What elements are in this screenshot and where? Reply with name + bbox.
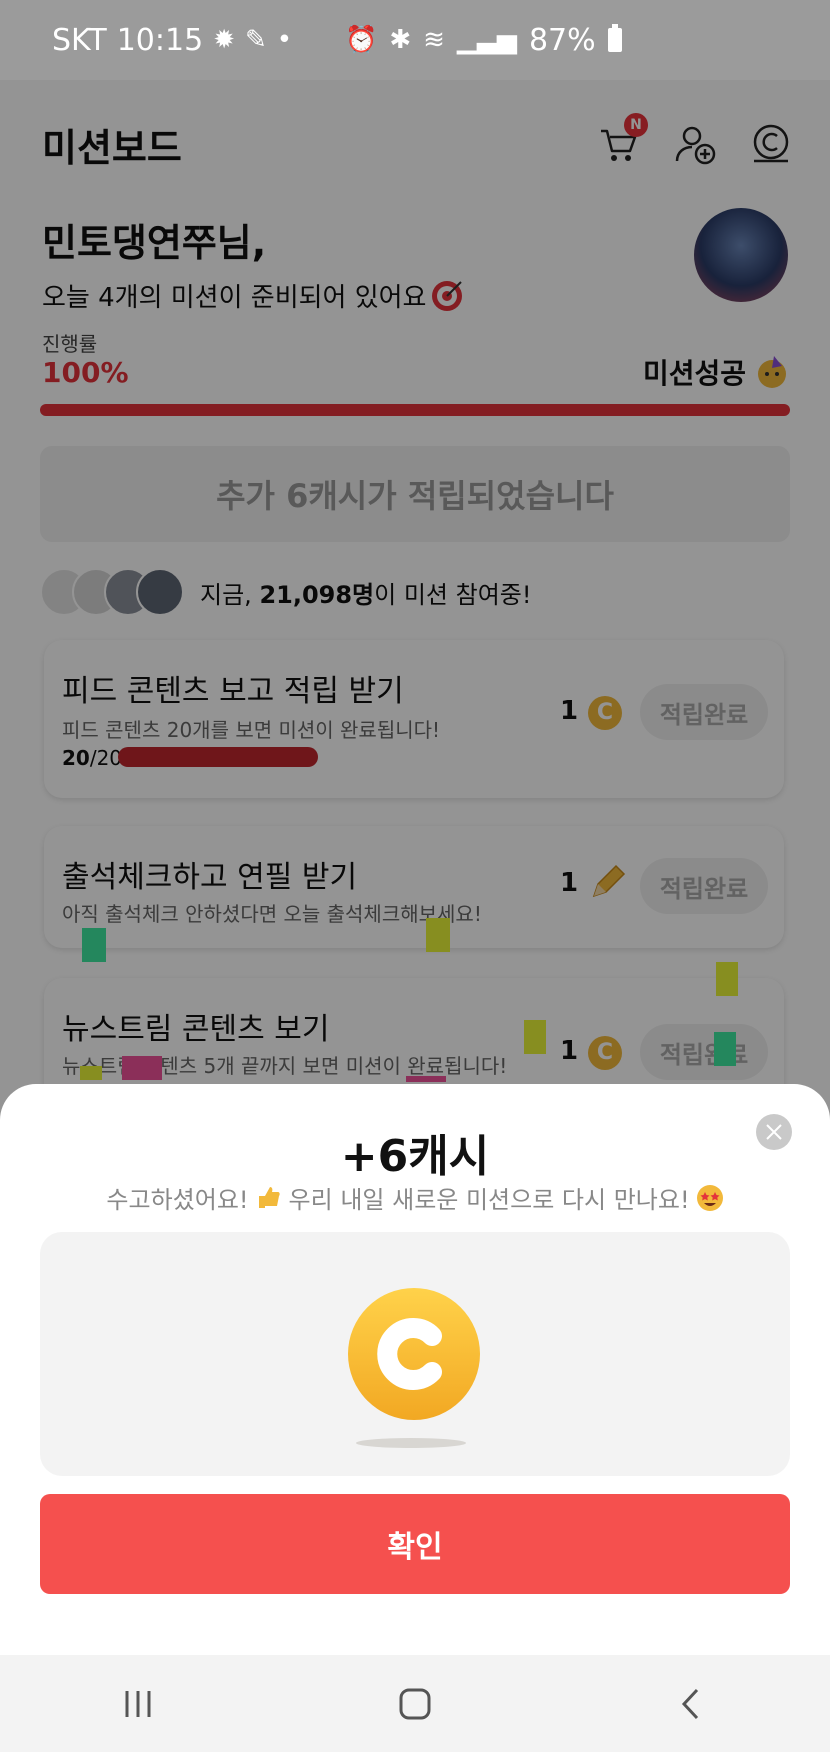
- thumbs-up-icon: [258, 1186, 280, 1208]
- coin-icon: [348, 1288, 480, 1420]
- recent-apps-icon: [125, 1690, 151, 1717]
- star-eyes-face-icon: [696, 1184, 723, 1211]
- bluetooth-icon: ✱: [389, 25, 412, 55]
- settings-gear-icon: ✹: [213, 25, 235, 55]
- status-bar: SKT 10:15 ✹ ✎ • ⏰ ✱ ≋ ▁▃▅ 87%: [0, 0, 830, 80]
- reward-amount: +6캐시: [340, 1131, 490, 1182]
- notification-icon: ✎: [244, 25, 267, 55]
- reward-message-part1: 수고하셨어요!: [106, 1186, 249, 1214]
- wifi-icon: ≋: [423, 25, 445, 55]
- signal-icon: ▁▃▅: [456, 25, 517, 55]
- carrier: SKT: [52, 22, 107, 58]
- back-button[interactable]: [662, 1674, 722, 1734]
- back-icon: [681, 1688, 698, 1719]
- home-icon: [399, 1688, 431, 1719]
- reward-coin-box: [40, 1232, 790, 1476]
- coin-shadow: [356, 1438, 466, 1448]
- reward-bottom-sheet: +6캐시 수고하셨어요! 우리 내일 새로운 미션으로 다시 만나요! 확인: [0, 1084, 830, 1655]
- home-button[interactable]: [385, 1674, 445, 1734]
- more-dot-icon: •: [276, 25, 293, 55]
- reward-message: 수고하셨어요! 우리 내일 새로운 미션으로 다시 만나요!: [0, 1180, 830, 1215]
- reward-message-part2: 우리 내일 새로운 미션으로 다시 만나요!: [288, 1186, 690, 1214]
- confirm-button[interactable]: 확인: [40, 1494, 790, 1594]
- clock: 10:15: [116, 22, 204, 58]
- battery-icon: [607, 24, 622, 52]
- system-nav-bar: [0, 1655, 830, 1752]
- alarm-icon: ⏰: [345, 25, 378, 55]
- recent-apps-button[interactable]: [108, 1674, 168, 1734]
- battery-level: 87%: [528, 22, 596, 58]
- status-left: SKT 10:15 ✹ ✎ •: [52, 23, 292, 58]
- status-right: ⏰ ✱ ≋ ▁▃▅ 87%: [345, 23, 622, 58]
